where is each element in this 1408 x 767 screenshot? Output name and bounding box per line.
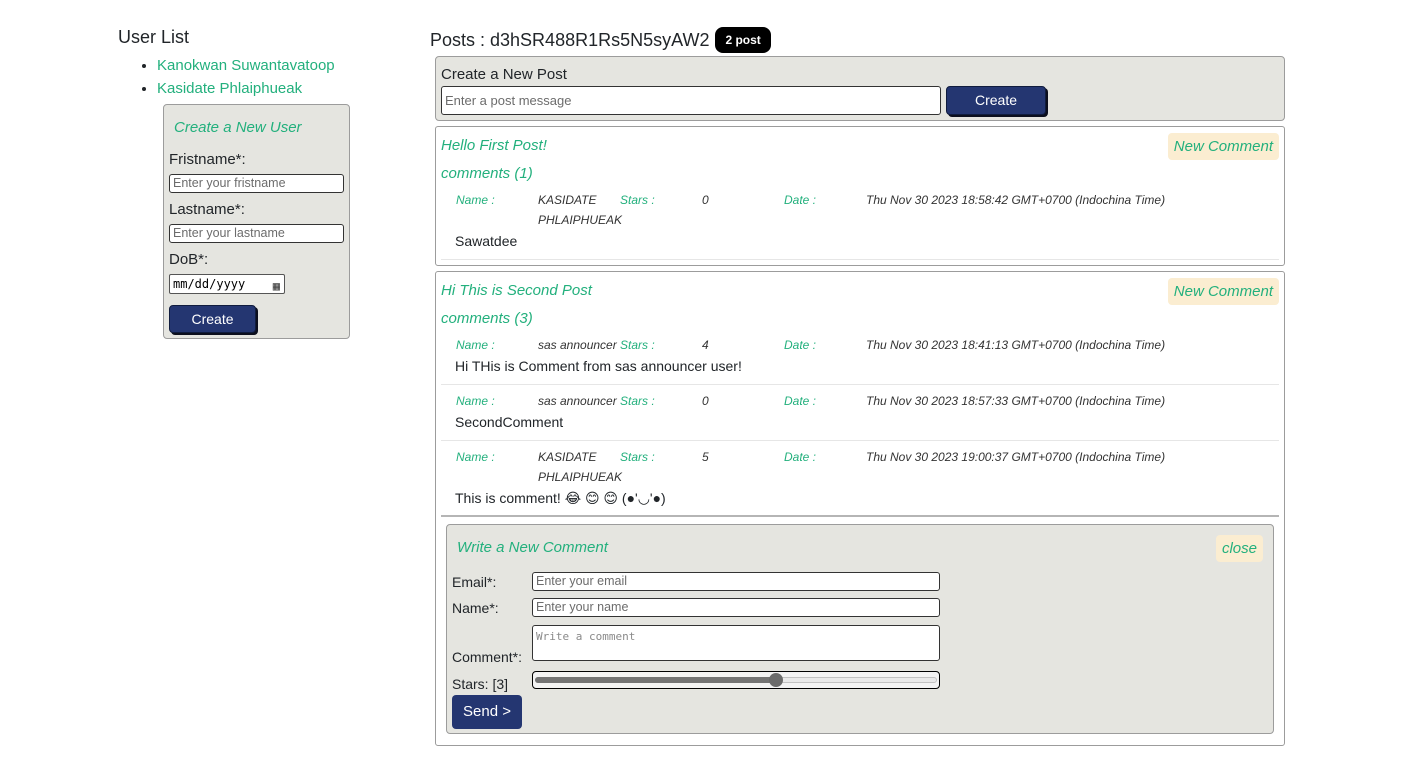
name-label: Name : [456,450,495,464]
stars-slider[interactable] [532,671,940,689]
send-button[interactable]: Send > [452,695,522,729]
comment-stars: 5 [702,450,709,464]
name-field[interactable]: Enter your name [532,598,940,617]
user-list-item[interactable]: Kanokwan Suwantavatoop [157,54,335,77]
create-user-panel: Create a New User Fristname*: Enter your… [163,104,350,339]
comment-item: Name : sas announcer Stars : 0 Date : Th… [441,391,1279,441]
comment-stars: 0 [702,394,709,408]
email-field[interactable]: Enter your email [532,572,940,591]
stars-label: Stars : [620,394,655,408]
lastname-input[interactable]: Enter your lastname [169,224,344,243]
posts-header: Posts : d3hSR488R1Rs5N5syAW2 2 post [430,27,771,53]
name-label: Name : [456,193,495,207]
firstname-input[interactable]: Enter your fristname [169,174,344,193]
stars-label: Stars : [620,193,655,207]
post-card: Hi This is Second Post New Comment comme… [435,271,1285,746]
lastname-label: Lastname*: [169,201,245,218]
create-user-button[interactable]: Create [169,305,256,333]
comment-text: Hi THis is Comment from sas announcer us… [455,358,742,374]
comment-date: Thu Nov 30 2023 19:00:37 GMT+0700 (Indoc… [866,450,1166,464]
new-comment-button[interactable]: New Comment [1167,278,1279,305]
comment-text: Sawatdee [455,233,518,249]
name-label: Name : [456,394,495,408]
comment-author: sas announcer [538,394,617,408]
create-post-panel: Create a New Post Enter a post message C… [435,56,1285,121]
comment-author: KASIDATE PHLAIPHUEAK [538,193,623,227]
comment-author: KASIDATE PHLAIPHUEAK [538,450,623,484]
comment-date: Thu Nov 30 2023 18:41:13 GMT+0700 (Indoc… [866,338,1166,352]
comment-author: sas announcer [538,338,617,352]
comments-count: comments (1) [441,165,533,182]
create-post-button[interactable]: Create [946,86,1046,115]
firstname-label: Fristname*: [169,151,246,168]
calendar-icon[interactable]: ▦ [273,277,280,295]
comment-text: SecondComment [455,414,564,430]
email-label: Email*: [452,574,497,590]
comment-item: Name : sas announcer Stars : 4 Date : Th… [441,335,1279,385]
comments-count: comments (3) [441,310,533,327]
user-list: Kanokwan Suwantavatoop Kasidate Phlaiphu… [137,54,335,100]
date-label: Date : [784,394,817,408]
dob-input[interactable]: mm/dd/yyyy ▦ [169,274,285,294]
dob-placeholder: mm/dd/yyyy [173,277,246,291]
name-label: Name : [456,338,495,352]
new-comment-button[interactable]: New Comment [1167,133,1279,160]
date-label: Date : [784,450,817,464]
comment-item: Name : KASIDATE PHLAIPHUEAK Stars : 5 Da… [441,447,1279,517]
post-card: Hello First Post! New Comment comments (… [435,126,1285,266]
comment-textarea[interactable]: Write a comment [532,625,940,661]
date-label: Date : [784,338,817,352]
slider-fill [535,677,777,683]
post-title: Hello First Post! [441,137,547,154]
dob-label: DoB*: [169,251,209,268]
comment-stars: 0 [702,193,709,207]
new-comment-form: Write a New Comment close Email*: Enter … [446,524,1274,734]
date-label: Date : [784,193,817,207]
stars-label: Stars : [620,338,655,352]
name-field-label: Name*: [452,600,499,616]
user-list-title: User List [118,27,190,47]
comment-field-label: Comment*: [452,649,523,665]
create-user-title: Create a New User [174,119,302,136]
post-title: Hi This is Second Post [441,282,592,299]
comment-date: Thu Nov 30 2023 18:58:42 GMT+0700 (Indoc… [866,193,1166,207]
comment-item: Name : KASIDATE PHLAIPHUEAK Stars : 0 Da… [441,190,1279,260]
comment-date: Thu Nov 30 2023 18:57:33 GMT+0700 (Indoc… [866,394,1166,408]
post-count-badge: 2 post [715,27,771,53]
new-comment-form-title: Write a New Comment [457,539,608,556]
post-message-input[interactable]: Enter a post message [441,86,941,115]
stars-field-label: Stars: [3] [452,676,509,692]
close-button[interactable]: close [1215,535,1263,562]
stars-label: Stars : [620,450,655,464]
slider-thumb[interactable] [769,673,784,687]
comment-stars: 4 [702,338,709,352]
comment-text: This is comment! 😂 😊 😊 (●'◡'●) [455,490,666,506]
create-post-title: Create a New Post [441,66,567,83]
user-list-item[interactable]: Kasidate Phlaiphueak [157,77,335,100]
posts-title: Posts : d3hSR488R1Rs5N5syAW2 [430,29,710,50]
